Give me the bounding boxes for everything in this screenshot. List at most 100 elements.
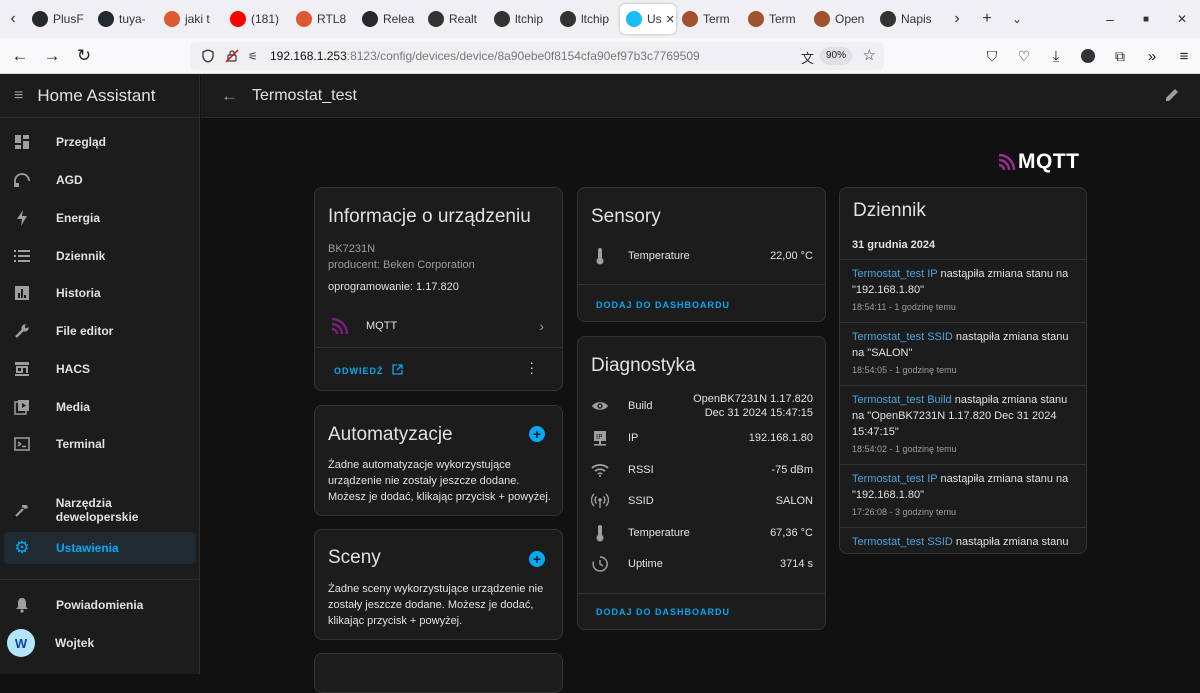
sidebar-item-label: Przegląd (56, 135, 107, 149)
translate-icon[interactable]: 文 (801, 48, 814, 67)
add-scene-plus-icon[interactable]: + (529, 551, 545, 567)
account-icon[interactable] (1072, 40, 1104, 72)
pocket-icon[interactable]: ♡ (1008, 40, 1040, 72)
logbook-date: 31 grudnia 2024 (852, 239, 936, 251)
browser-tab[interactable]: Us ✕ (620, 4, 676, 34)
logbook-time: 17:26:08 - 3 godziny temu (852, 507, 957, 517)
edit-pencil-icon[interactable] (1164, 87, 1180, 108)
access-point-icon (590, 493, 610, 509)
window-maximize-button[interactable]: ■ (1128, 4, 1164, 34)
browser-tab[interactable]: ltchip (488, 4, 554, 34)
sidebar-item-historia[interactable]: Historia (4, 277, 196, 309)
sidebar-item-energia[interactable]: Energia (4, 202, 196, 234)
more-options-icon[interactable]: · · · (529, 355, 534, 379)
menu-hamburger-icon[interactable]: ≡ (1168, 40, 1200, 72)
back-arrow-icon[interactable]: ← (221, 86, 238, 106)
new-tab-button[interactable]: + (972, 4, 1002, 34)
shield-icon[interactable] (200, 49, 216, 63)
entity-row[interactable]: Build OpenBK7231N 1.17.820 Dec 31 2024 15:… (590, 388, 813, 424)
sidebar-item-przegl-d[interactable]: Przegląd (4, 126, 196, 158)
visit-device-link[interactable]: ODWIEDŹ (334, 364, 403, 377)
browser-tab[interactable]: Realt (422, 4, 488, 34)
entity-value-line: Dec 31 2024 15:47:15 (704, 407, 813, 419)
sidebar-item-settings[interactable]: ⚙ Ustawienia (4, 532, 196, 564)
tab-scroll-left-icon[interactable]: ‹ (0, 4, 26, 34)
browser-tab[interactable]: PlusF (26, 4, 92, 34)
browser-tab[interactable]: Napis (874, 4, 940, 34)
browser-tab[interactable]: Open (808, 4, 874, 34)
browser-tab[interactable]: (181) (224, 4, 290, 34)
logbook-entity-link[interactable]: Termostat_test SSID (852, 536, 953, 548)
tab-scroll-right-icon[interactable]: › (942, 4, 972, 34)
browser-tab[interactable]: tuya- (92, 4, 158, 34)
entity-row[interactable]: Uptime 3714 s (590, 552, 813, 576)
sidebar-item-dziennik[interactable]: Dziennik (4, 240, 196, 272)
sidebar-item-developer-tools[interactable]: Narzędzia deweloperskie (4, 494, 196, 526)
sidebar-item-agd[interactable]: AGD (4, 164, 196, 196)
add-to-dashboard-button[interactable]: DODAJ DO DASHBOARDU (596, 607, 730, 617)
logbook-entity-link[interactable]: Termostat_test SSID (852, 331, 953, 343)
entity-row[interactable]: RSSI -75 dBm (590, 458, 813, 482)
sidebar-item-label: AGD (56, 173, 83, 187)
cog-icon: ⚙ (14, 538, 30, 557)
sidebar-item-hacs[interactable]: HACS (4, 353, 196, 385)
permissions-icon[interactable]: ⚟ (248, 50, 264, 63)
tab-label: Open (835, 12, 865, 26)
logbook-entry: Termostat_test Build nastąpiła zmiana st… (852, 392, 1074, 456)
browser-tab[interactable]: ltchip (554, 4, 620, 34)
tab-label: Us (647, 12, 662, 26)
logbook-entity-link[interactable]: Termostat_test Build (852, 394, 952, 406)
add-automation-plus-icon[interactable]: + (529, 426, 545, 442)
logbook-time: 18:54:05 - 1 godzinę temu (852, 365, 957, 375)
entity-row[interactable]: IP IP 192.168.1.80 (590, 426, 813, 450)
reload-icon[interactable]: ↻ (68, 40, 100, 72)
entity-row[interactable]: Temperature 22,00 °C (590, 244, 813, 268)
forward-arrow-icon[interactable]: → (36, 40, 68, 72)
sidebar-toggle-menu-icon[interactable]: ≡ (14, 87, 23, 105)
sidebar-item-notifications[interactable]: Powiadomienia (4, 589, 196, 621)
tab-label: Relea (383, 12, 415, 26)
browser-tab[interactable]: Term (742, 4, 808, 34)
tab-list-chevron-down-icon[interactable]: ⌄ (1002, 4, 1032, 34)
logbook-entity-link[interactable]: Termostat_test IP (852, 473, 937, 485)
insecure-lock-icon[interactable] (224, 49, 240, 63)
device-manufacturer: producent: Beken Corporation (328, 259, 475, 271)
entity-value-line: 192.168.1.80 (748, 432, 813, 444)
downloads-icon[interactable]: ⤓ (1040, 40, 1072, 72)
forum-icon (560, 11, 576, 27)
logbook-text: Termostat_test SSID nastąpiła zmiana sta… (852, 534, 1074, 550)
browser-tab[interactable]: jaki t (158, 4, 224, 34)
mqtt-logo: MQTT (998, 150, 1079, 174)
tab-close-icon[interactable]: ✕ (666, 13, 675, 26)
browser-tab[interactable]: Term (676, 4, 742, 34)
entity-row[interactable]: SSID SALON (590, 489, 813, 513)
logbook-divider (840, 322, 1086, 323)
sidebar-item-label: Energia (56, 211, 101, 225)
add-to-dashboard-button[interactable]: DODAJ DO DASHBOARDU (596, 300, 730, 310)
entity-row[interactable]: Temperature 67,36 °C (590, 521, 813, 545)
logbook-entity-link[interactable]: Termostat_test IP (852, 268, 937, 280)
page-title: Termostat_test (252, 86, 357, 104)
back-arrow-icon[interactable]: ← (4, 40, 36, 72)
browser-tab[interactable]: RTL8 (290, 4, 356, 34)
integration-mqtt-row[interactable]: MQTT › (315, 312, 562, 340)
url-bar[interactable]: ⚟ 192.168.1.253:8123/config/devices/devi… (190, 42, 884, 70)
bookmark-star-icon[interactable]: ☆ (863, 46, 876, 64)
window-close-button[interactable]: ✕ (1164, 4, 1200, 34)
sidebar-item-user[interactable]: W Wojtek (4, 627, 196, 659)
window-minimize-button[interactable]: – (1092, 4, 1128, 34)
overflow-chevrons-icon[interactable]: » (1136, 40, 1168, 72)
logbook-text: Termostat_test Build nastąpiła zmiana st… (852, 392, 1074, 440)
device-info-card: Informacje o urządzeniu BK7231N producen… (314, 187, 563, 391)
sidebar-item-terminal[interactable]: Terminal (4, 428, 196, 460)
forum-icon (428, 11, 444, 27)
entity-value-line: 67,36 °C (770, 527, 813, 539)
extensions-icon[interactable]: ⧉ (1104, 40, 1136, 72)
zoom-level-badge[interactable]: 90% (819, 47, 852, 65)
sidebar-item-file-editor[interactable]: File editor (4, 315, 196, 347)
browser-tab[interactable]: Relea (356, 4, 422, 34)
sidebar-item-media[interactable]: Media (4, 391, 196, 423)
pocket-save-icon[interactable]: ⛉ (976, 40, 1008, 72)
sidebar-item-label: Dziennik (56, 249, 106, 263)
chevron-right-icon: › (539, 318, 544, 334)
